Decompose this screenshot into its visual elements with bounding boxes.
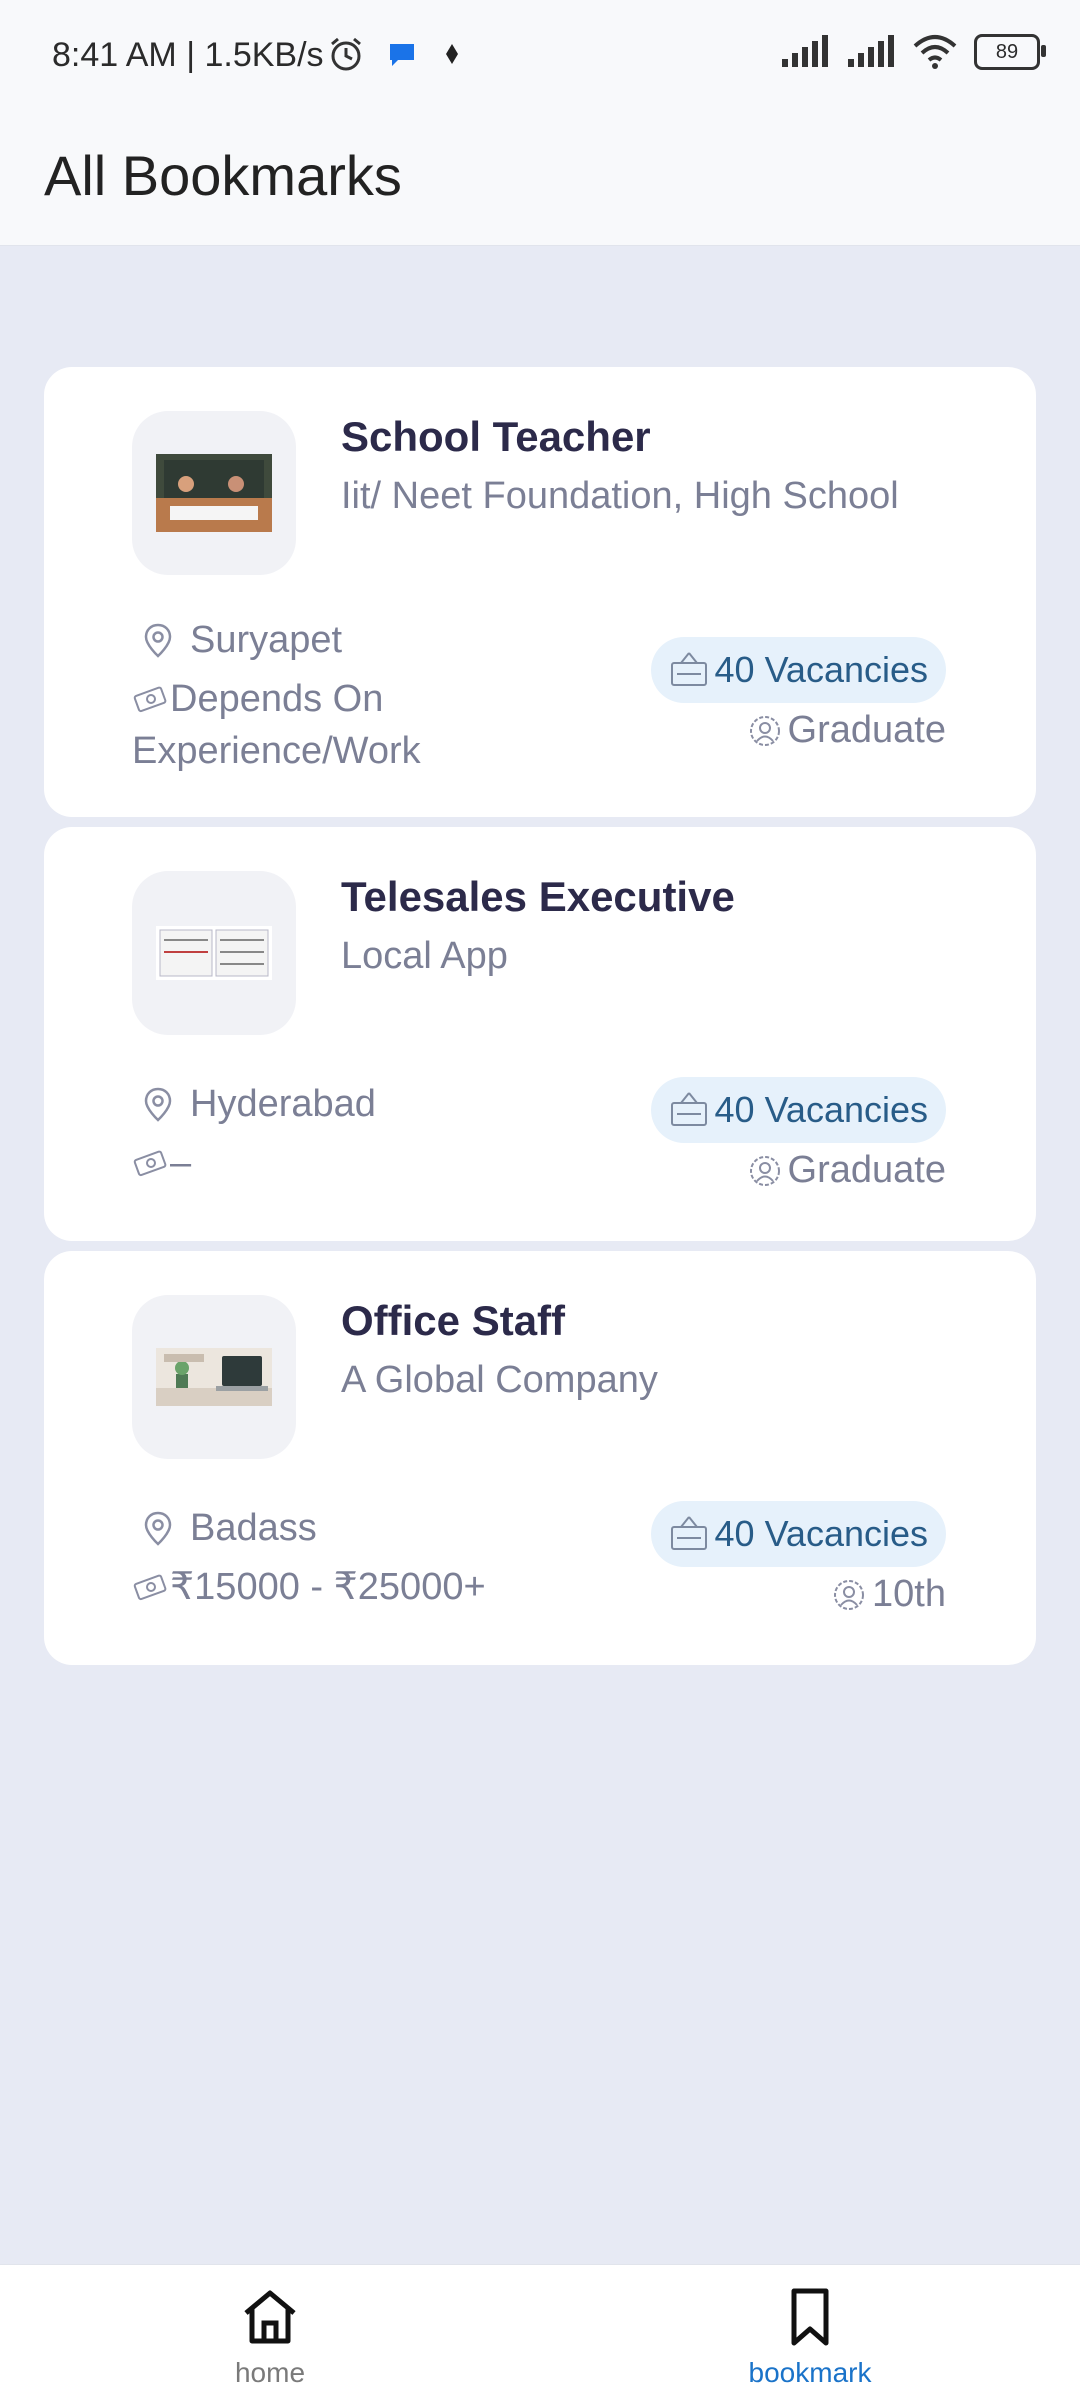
job-card[interactable]: Telesales Executive Local App Hyderabad … xyxy=(44,827,1036,1241)
battery-indicator: 89 xyxy=(974,34,1046,70)
nav-home-label: home xyxy=(234,2357,306,2388)
education-level: 10th xyxy=(872,1573,946,1615)
status-system-icons: 89 xyxy=(780,34,1046,70)
education-badge-icon xyxy=(749,1155,780,1186)
job-card[interactable]: School Teacher Iit/ Neet Foundation, Hig… xyxy=(44,367,1036,817)
money-icon xyxy=(133,686,167,713)
vacancies-count: 40 Vacancies xyxy=(714,649,928,690)
wifi-icon xyxy=(913,35,957,69)
company-name: A Global Company xyxy=(341,1359,658,1401)
vacancy-board-icon xyxy=(670,652,707,686)
education-level: Graduate xyxy=(787,1149,946,1191)
job-thumbnail xyxy=(132,411,296,575)
location-row: Suryapet xyxy=(144,619,342,662)
bookmark-list: School Teacher Iit/ Neet Foundation, Hig… xyxy=(44,367,1036,1675)
bookmark-icon xyxy=(791,2288,829,2346)
job-thumbnail xyxy=(132,1295,296,1459)
job-thumbnail xyxy=(132,871,296,1035)
job-title: Office Staff xyxy=(341,1297,566,1344)
app-bar: All Bookmarks xyxy=(0,115,1080,246)
vacancies-count: 40 Vacancies xyxy=(714,1089,928,1130)
education-row: Graduate xyxy=(748,1149,946,1192)
salary-row: Depends On Experience/Work xyxy=(132,673,512,777)
salary-row: ₹15000 - ₹25000+ xyxy=(132,1561,632,1613)
money-icon xyxy=(133,1574,167,1601)
job-location: Hyderabad xyxy=(190,1083,376,1125)
education-row: 10th xyxy=(832,1573,946,1616)
job-title: School Teacher xyxy=(341,413,651,460)
job-salary: – xyxy=(170,1142,192,1184)
location-pin-icon xyxy=(144,1087,172,1122)
education-row: Graduate xyxy=(748,709,946,752)
job-location: Badass xyxy=(190,1507,317,1549)
job-location: Suryapet xyxy=(190,619,343,661)
vacancies-count: 40 Vacancies xyxy=(714,1513,928,1554)
bottom-navigation: home bookmark xyxy=(0,2264,1080,2401)
job-salary: ₹15000 - ₹25000+ xyxy=(170,1566,486,1608)
page-title: All Bookmarks xyxy=(44,144,402,207)
vacancy-badge: 40 Vacancies xyxy=(650,1077,946,1143)
status-bar: 8:41 AM | 1.5KB/s 89 xyxy=(0,0,1080,115)
document-image-icon xyxy=(156,926,272,980)
vacancy-badge: 40 Vacancies xyxy=(650,637,946,703)
money-icon xyxy=(133,1150,167,1177)
office-desk-image-icon xyxy=(156,1348,272,1406)
nav-bookmark[interactable]: bookmark xyxy=(710,2265,910,2401)
job-title: Telesales Executive xyxy=(341,873,735,920)
company-name: Local App xyxy=(341,935,508,977)
education-level: Graduate xyxy=(787,709,946,751)
job-card[interactable]: Office Staff A Global Company Badass ₹15… xyxy=(44,1251,1036,1665)
status-notification-icons xyxy=(326,34,466,74)
vacancy-board-icon xyxy=(670,1092,707,1126)
signal-icon xyxy=(782,35,828,67)
message-icon xyxy=(390,44,414,66)
job-salary: Depends On Experience/Work xyxy=(132,678,421,772)
alarm-icon xyxy=(331,37,361,71)
home-icon xyxy=(244,2290,296,2344)
nav-bookmark-label: bookmark xyxy=(748,2357,872,2388)
vacancy-board-icon xyxy=(670,1516,707,1550)
location-pin-icon xyxy=(144,623,172,658)
app-notification-icon xyxy=(446,44,458,64)
vacancy-badge: 40 Vacancies xyxy=(650,1501,946,1567)
nav-home[interactable]: home xyxy=(170,2265,370,2401)
education-badge-icon xyxy=(834,1579,865,1610)
company-name: Iit/ Neet Foundation, High School xyxy=(341,475,899,517)
education-badge-icon xyxy=(749,715,780,746)
status-time: 8:41 AM | 1.5KB/s xyxy=(52,36,324,74)
classroom-image-icon xyxy=(156,454,272,532)
location-pin-icon xyxy=(144,1511,172,1546)
location-row: Hyderabad xyxy=(144,1083,376,1126)
location-row: Badass xyxy=(144,1507,317,1550)
salary-row: – xyxy=(132,1137,512,1189)
signal-icon-2 xyxy=(848,35,894,67)
